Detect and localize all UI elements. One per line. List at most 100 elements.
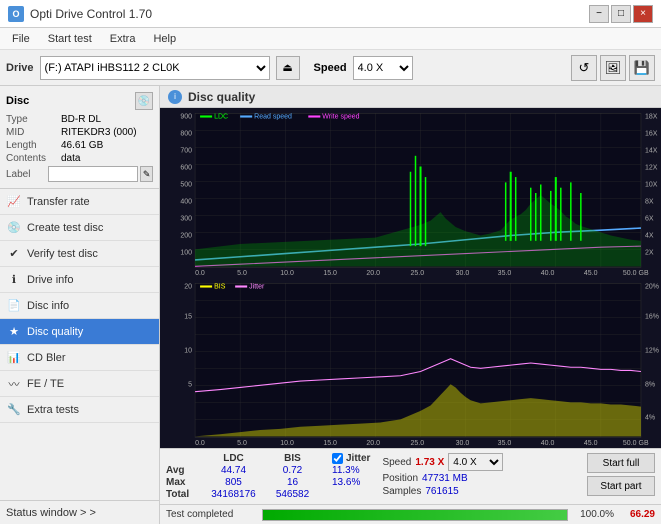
image-button[interactable]: 🖼: [600, 55, 626, 81]
disc-section-title: Disc: [6, 95, 29, 107]
svg-text:LDC: LDC: [214, 111, 228, 120]
menu-extra[interactable]: Extra: [102, 31, 144, 47]
contents-label: Contents: [6, 153, 61, 164]
total-label: Total: [166, 489, 202, 500]
disc-icon-btn[interactable]: 💿: [135, 92, 153, 110]
mid-value: RITEKDR3 (000): [61, 127, 137, 138]
svg-text:5.0: 5.0: [237, 438, 247, 447]
start-full-button[interactable]: Start full: [587, 453, 655, 473]
refresh-icon: ↺: [579, 60, 590, 76]
svg-text:400: 400: [180, 196, 192, 205]
chart-header: i Disc quality: [160, 86, 661, 108]
nav-fe-te[interactable]: 〰 FE / TE: [0, 371, 159, 397]
contents-value: data: [61, 153, 80, 164]
samples-value: 761615: [425, 486, 458, 497]
position-value: 47731 MB: [422, 473, 468, 484]
svg-text:5.0: 5.0: [237, 268, 247, 277]
svg-text:5: 5: [188, 379, 192, 388]
nav-verify-test-disc[interactable]: ✔ Verify test disc: [0, 241, 159, 267]
disc-quality-icon: ★: [6, 324, 22, 340]
nav-disc-quality[interactable]: ★ Disc quality: [0, 319, 159, 345]
svg-text:500: 500: [180, 179, 192, 188]
svg-text:4%: 4%: [645, 412, 656, 421]
svg-text:Write speed: Write speed: [322, 111, 359, 120]
nav-drive-info[interactable]: ℹ Drive info: [0, 267, 159, 293]
nav-transfer-rate[interactable]: 📈 Transfer rate: [0, 189, 159, 215]
svg-text:18X: 18X: [645, 111, 658, 120]
samples-label: Samples: [382, 486, 421, 497]
speed-label: Speed: [314, 62, 347, 74]
speed-stat-select[interactable]: 4.0 X: [448, 453, 503, 471]
svg-text:30.0: 30.0: [456, 268, 470, 277]
svg-text:35.0: 35.0: [498, 268, 512, 277]
status-window-button[interactable]: Status window > >: [0, 500, 159, 524]
svg-text:20%: 20%: [645, 281, 660, 290]
nav-disc-info[interactable]: 📄 Disc info: [0, 293, 159, 319]
fe-te-icon: 〰: [6, 376, 22, 392]
avg-label: Avg: [166, 465, 202, 476]
bis-header: BIS: [265, 453, 320, 464]
left-panel: Disc 💿 Type BD-R DL MID RITEKDR3 (000) L…: [0, 86, 160, 524]
charts-container: 900 800 700 600 500 400 300 200 100 18X …: [160, 108, 661, 448]
svg-text:8%: 8%: [645, 379, 656, 388]
stats-area: LDC BIS Avg 44.74 0.72 Max 805 16 Total …: [160, 448, 661, 504]
label-edit-button[interactable]: ✎: [140, 166, 153, 182]
label-label: Label: [6, 169, 48, 180]
svg-text:12X: 12X: [645, 162, 658, 171]
minimize-button[interactable]: −: [589, 5, 609, 23]
svg-text:15.0: 15.0: [323, 438, 337, 447]
nav-cd-bler[interactable]: 📊 CD Bler: [0, 345, 159, 371]
save-button[interactable]: 💾: [629, 55, 655, 81]
nav-extra-tests[interactable]: 🔧 Extra tests: [0, 397, 159, 423]
svg-text:25.0: 25.0: [411, 268, 425, 277]
svg-text:900: 900: [180, 111, 192, 120]
svg-text:700: 700: [180, 145, 192, 154]
menu-help[interactable]: Help: [145, 31, 184, 47]
svg-text:100: 100: [180, 247, 192, 256]
speed-stat-value: 1.73 X: [415, 457, 444, 468]
svg-text:14X: 14X: [645, 145, 658, 154]
eject-button[interactable]: ⏏: [276, 56, 300, 80]
eject-icon: ⏏: [282, 61, 292, 74]
position-label: Position: [382, 473, 418, 484]
create-test-icon: 💿: [6, 220, 22, 236]
svg-text:25.0: 25.0: [411, 438, 425, 447]
avg-ldc: 44.74: [206, 465, 261, 476]
speed-select[interactable]: 4.0 X: [353, 56, 413, 80]
nav-create-test-disc[interactable]: 💿 Create test disc: [0, 215, 159, 241]
label-input[interactable]: [48, 166, 138, 182]
app-icon: O: [8, 6, 24, 22]
svg-text:Read speed: Read speed: [254, 111, 292, 120]
svg-text:20.0: 20.0: [366, 268, 380, 277]
svg-text:45.0: 45.0: [584, 438, 598, 447]
svg-text:10: 10: [184, 345, 192, 354]
svg-text:20: 20: [184, 281, 192, 290]
svg-text:8X: 8X: [645, 196, 654, 205]
right-panel: i Disc quality: [160, 86, 661, 524]
menu-start-test[interactable]: Start test: [40, 31, 100, 47]
svg-text:50.0 GB: 50.0 GB: [623, 268, 649, 277]
svg-text:4X: 4X: [645, 230, 654, 239]
chart-icon: i: [168, 90, 182, 104]
start-part-button[interactable]: Start part: [587, 476, 655, 496]
app-title: Opti Drive Control 1.70: [30, 7, 152, 21]
jitter-label: Jitter: [346, 453, 370, 464]
maximize-button[interactable]: □: [611, 5, 631, 23]
disc-icon: 💿: [138, 96, 150, 107]
drive-select[interactable]: (F:) ATAPI iHBS112 2 CL0K: [40, 56, 270, 80]
progress-area: Test completed 100.0% 66.29: [160, 504, 661, 524]
close-button[interactable]: ×: [633, 5, 653, 23]
nav-drive-info-label: Drive info: [27, 274, 73, 286]
refresh-button[interactable]: ↺: [571, 55, 597, 81]
jitter-checkbox[interactable]: [332, 453, 343, 464]
menu-file[interactable]: File: [4, 31, 38, 47]
extra-tests-icon: 🔧: [6, 402, 22, 418]
svg-text:15: 15: [184, 311, 192, 320]
title-bar: O Opti Drive Control 1.70 − □ ×: [0, 0, 661, 28]
progress-label: Test completed: [166, 509, 256, 520]
nav-verify-test-label: Verify test disc: [27, 248, 98, 260]
type-label: Type: [6, 114, 61, 125]
drive-info-icon: ℹ: [6, 272, 22, 288]
svg-text:0.0: 0.0: [195, 268, 205, 277]
total-ldc: 34168176: [206, 489, 261, 500]
